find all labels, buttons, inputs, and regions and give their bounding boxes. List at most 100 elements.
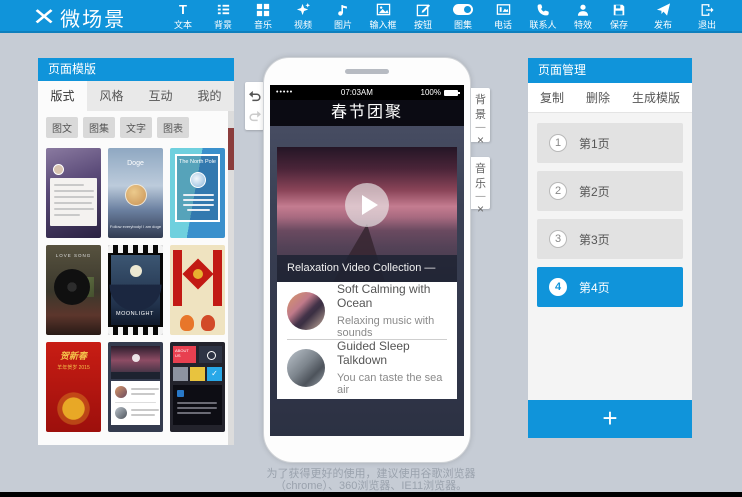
- toolbar-actions: 保存 发布 退出: [602, 0, 724, 33]
- filter-image-text[interactable]: 图文: [46, 117, 78, 138]
- play-button[interactable]: [345, 183, 389, 227]
- page-item-2[interactable]: 2 第2页: [537, 171, 683, 211]
- exit-button[interactable]: 退出: [690, 0, 724, 33]
- history-panel: [245, 82, 264, 130]
- tab-style[interactable]: 风格: [87, 81, 136, 111]
- page-item-3[interactable]: 3 第3页: [537, 219, 683, 259]
- tab-interactive[interactable]: 互动: [136, 81, 185, 111]
- tab-layout[interactable]: 版式: [38, 81, 87, 111]
- tool-gallery[interactable]: 图集: [443, 0, 483, 33]
- battery-icon: [444, 90, 458, 96]
- toggle-icon: [453, 2, 473, 17]
- phone-icon: [536, 2, 550, 17]
- list-item[interactable]: Guided Sleep Talkdown You can taste the …: [277, 339, 457, 396]
- moon: [130, 265, 142, 277]
- template-panel: 页面模版 版式 风格 互动 我的 图文 图集 文字 图表 Doge Follow…: [38, 58, 234, 445]
- music-note-icon: [336, 2, 350, 17]
- rocks-thumbnail: [287, 349, 325, 387]
- playlist-card: Soft Calming with Ocean Relaxing music w…: [277, 282, 457, 399]
- undo-icon[interactable]: [248, 89, 262, 103]
- doge-avatar: [125, 184, 147, 206]
- template-scrollbar[interactable]: [228, 111, 234, 445]
- tool-effects[interactable]: 特效: [563, 0, 603, 33]
- collapse-handle[interactable]: —: [476, 124, 486, 132]
- card-frame: The North Pole: [175, 154, 220, 222]
- grid-icon: [256, 2, 270, 17]
- child-figure: [201, 315, 215, 331]
- image-icon: [376, 2, 391, 17]
- page-item-4[interactable]: 4 第4页: [537, 267, 683, 307]
- template-purple-profile[interactable]: [46, 148, 101, 238]
- globe-image: [190, 172, 206, 188]
- page-title[interactable]: 春节团聚: [270, 100, 464, 126]
- status-bar: ••••• 07:03AM 100%: [270, 85, 464, 100]
- toolbar-tools: T 文本 背景 音乐 视频 图片: [163, 0, 603, 33]
- left-couplet: [173, 250, 182, 306]
- video-block[interactable]: Relaxation Video Collection —: [277, 147, 457, 282]
- headphone-tile: [173, 367, 188, 381]
- template-doge[interactable]: Doge Follow everybody! I am doge: [108, 148, 163, 238]
- page-item-1[interactable]: 1 第1页: [537, 123, 683, 163]
- template-dark-tiles[interactable]: ABOUT US ✓: [170, 342, 225, 432]
- text-icon: T: [179, 2, 187, 17]
- tool-background[interactable]: 背景: [203, 0, 243, 33]
- magic-star-icon: [296, 2, 311, 17]
- tool-telephone[interactable]: 电话: [483, 0, 523, 33]
- redo-icon[interactable]: [248, 109, 262, 123]
- vinyl-record: [54, 269, 90, 305]
- save-icon: [612, 2, 626, 17]
- filter-gallery[interactable]: 图集: [83, 117, 115, 138]
- signal-dots-icon: •••••: [276, 89, 293, 96]
- right-couplet: [213, 250, 222, 306]
- tool-input-box[interactable]: 输入框: [363, 0, 403, 33]
- template-love-song[interactable]: LOVE SONG: [46, 245, 101, 335]
- person-icon: [576, 2, 590, 17]
- template-tabs: 版式 风格 互动 我的: [38, 81, 234, 111]
- add-page-button[interactable]: +: [528, 400, 692, 438]
- ocean-thumbnail: [287, 292, 325, 330]
- template-grid: Doge Follow everybody! I am doge The Nor…: [38, 142, 234, 438]
- close-icon[interactable]: ×: [477, 204, 484, 215]
- status-time: 07:03AM: [293, 88, 420, 97]
- publish-button[interactable]: 发布: [646, 0, 680, 33]
- tool-picture[interactable]: 图片: [323, 0, 363, 33]
- page-manager-panel: 页面管理 复制 删除 生成模版 1 第1页 2 第2页 3 第3页 4 第4页 …: [528, 58, 692, 438]
- save-button[interactable]: 保存: [602, 0, 636, 33]
- filter-chart[interactable]: 图表: [157, 117, 189, 138]
- template-video-collection[interactable]: [108, 342, 163, 432]
- video-caption: Relaxation Video Collection —: [277, 255, 457, 282]
- template-moonlight[interactable]: MOONLIGHT: [108, 245, 163, 335]
- logo-text: 微场景: [60, 3, 126, 32]
- tool-text[interactable]: T 文本: [163, 0, 203, 33]
- copy-button[interactable]: 复制: [540, 89, 564, 106]
- tool-button[interactable]: 按钮: [403, 0, 443, 33]
- music-layer-tab[interactable]: 音 乐 — ×: [471, 157, 490, 209]
- text-card: [50, 178, 97, 226]
- top-toolbar: ✕ 微场景 T 文本 背景 音乐 视频: [0, 0, 742, 33]
- avatar: [53, 164, 64, 175]
- scrollbar-thumb[interactable]: [228, 128, 234, 170]
- list-item[interactable]: Soft Calming with Ocean Relaxing music w…: [277, 282, 457, 339]
- mini-list: [111, 381, 160, 425]
- delete-button[interactable]: 删除: [586, 89, 610, 106]
- app-logo: ✕ 微场景: [34, 3, 126, 32]
- phone-screen[interactable]: ••••• 07:03AM 100% 春节团聚 Relaxation Video…: [270, 85, 464, 436]
- tool-contacts[interactable]: 联系人: [523, 0, 563, 33]
- generate-template-button[interactable]: 生成模版: [632, 89, 680, 106]
- chat-tile: [190, 367, 205, 381]
- template-north-pole[interactable]: The North Pole: [170, 148, 225, 238]
- tab-mine[interactable]: 我的: [185, 81, 234, 111]
- template-he-xin-chun[interactable]: 贺新春 羊年贺岁 2015: [46, 342, 101, 432]
- logo-x-icon: ✕: [32, 6, 56, 30]
- template-new-year-couplets[interactable]: [170, 245, 225, 335]
- tool-video[interactable]: 视频: [283, 0, 323, 33]
- edit-icon: [416, 2, 431, 17]
- background-layer-tab[interactable]: 背 景 — ×: [471, 88, 490, 142]
- filter-text[interactable]: 文字: [120, 117, 152, 138]
- phone-tile: [199, 346, 222, 363]
- text-block: [173, 385, 222, 425]
- collapse-handle[interactable]: —: [476, 193, 486, 201]
- close-icon[interactable]: ×: [477, 135, 484, 146]
- exit-icon: [700, 2, 714, 17]
- tool-music[interactable]: 音乐: [243, 0, 283, 33]
